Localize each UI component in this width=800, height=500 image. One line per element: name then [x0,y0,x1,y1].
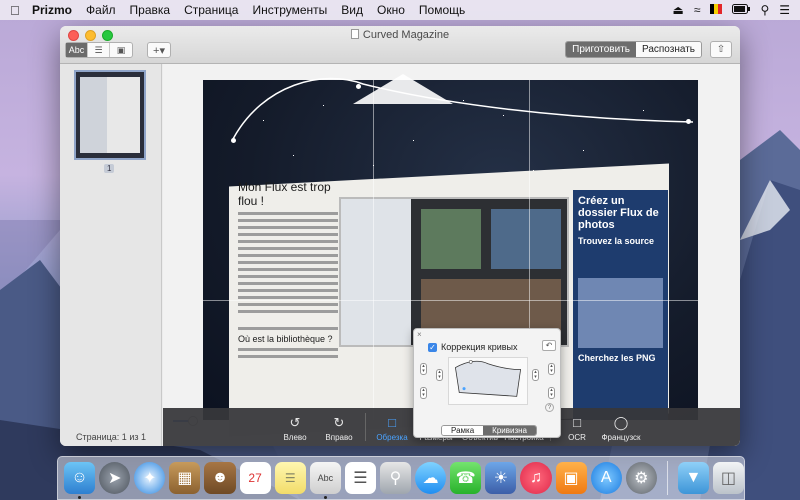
right-bottom-stepper[interactable]: ▴ ▾ [548,387,555,399]
page-thumbnail[interactable] [74,70,146,160]
left-stepper[interactable]: ▴ ▾ [436,369,443,381]
ocr-icon: □ [573,415,581,430]
popover-mode-segmented: Рамка Кривизна [441,425,537,436]
document-canvas[interactable]: Mon Flux est trop flou ! Où est la bibli… [163,64,740,446]
menu-help[interactable]: Помощь [419,3,465,17]
menu-tools[interactable]: Инструменты [252,3,327,17]
language-button[interactable]: ◯ Французск [599,415,643,446]
menu-bar:  Prizmo Файл Правка Страница Инструмент… [0,0,800,20]
rotate-left-icon: ↺ [289,415,301,430]
mode-segmented: Приготовить Распознать [565,41,702,58]
share-button[interactable]: ⇧ [710,41,732,58]
text-image-view-button[interactable]: ☰ [88,43,110,57]
dock: ☺ ➤ ✦ ▦ ☻ 27 ☰ Abc ☰ ⚲ ☁ ☎ ☀ ♫ ▣ A ⚙ ▼ ◫ [57,456,745,500]
trash-icon[interactable]: ◫ [712,462,745,494]
photos-icon[interactable]: ☀ [485,462,517,494]
recognize-mode-button[interactable]: Распознать [635,42,701,57]
title-bar: Curved Magazine Abc ☰ ▣ +▾ Приготовить Р… [60,26,740,64]
battery-icon[interactable] [732,3,751,17]
page-count-label: Страница: 1 из 1 [76,432,146,442]
frame-tab[interactable]: Рамка [442,426,484,435]
menu-file[interactable]: Файл [86,3,116,17]
calendar-icon[interactable]: 27 [239,462,271,494]
article-left-column: Mon Flux est trop flou ! Où est la bibli… [238,180,343,362]
curve-handle[interactable] [356,84,361,89]
eject-icon[interactable]: ⏏ [673,3,684,17]
notification-center-icon[interactable]: ☰ [779,3,790,17]
app-window: Curved Magazine Abc ☰ ▣ +▾ Приготовить Р… [60,26,740,446]
crop-grid-line [203,300,698,301]
messages-icon[interactable]: ☁ [415,462,447,494]
preview-icon[interactable]: ▦ [169,462,201,494]
facetime-icon[interactable]: ☎ [450,462,482,494]
left-top-stepper[interactable]: ▴ ▾ [420,363,427,375]
downloads-folder-icon[interactable]: ▼ [677,462,709,494]
right-stepper[interactable]: ▴ ▾ [532,369,539,381]
wifi-icon[interactable]: ≈ [694,3,701,17]
menu-app-name[interactable]: Prizmo [32,3,72,17]
rotate-right-button[interactable]: ↻ Вправо [317,415,361,446]
crop-button[interactable]: □ Обрезка [370,415,414,446]
menu-page[interactable]: Страница [184,3,238,17]
page-sidebar: 1 Страница: 1 из 1 [60,64,162,446]
view-mode-segmented: Abc ☰ ▣ [65,42,133,58]
itunes-icon[interactable]: ♫ [520,462,552,494]
reset-curve-button[interactable]: ↶ [542,340,556,351]
prepare-mode-button[interactable]: Приготовить [566,42,636,57]
document-icon [350,29,359,39]
curve-handle[interactable] [686,119,691,124]
contacts-icon[interactable]: ☻ [204,462,236,494]
apple-menu-icon[interactable]:  [10,3,32,18]
maps-icon[interactable]: ⚲ [379,462,412,494]
right-column-subheading-1: Trouvez la source [578,236,655,247]
curve-correction-label: Коррекция кривых [441,342,518,352]
help-button[interactable]: ? [545,403,554,412]
launchpad-icon[interactable]: ➤ [99,462,131,494]
prizmo-icon[interactable]: Abc [309,462,341,499]
curve-handle[interactable] [231,138,236,143]
finder-icon[interactable]: ☺ [64,462,96,499]
text-view-button[interactable]: Abc [66,43,88,57]
curve-preview[interactable] [448,357,528,405]
menu-window[interactable]: Окно [377,3,405,17]
crop-icon: □ [388,415,396,430]
flag-icon[interactable] [710,3,723,17]
curvature-tab[interactable]: Кривизна [483,426,536,435]
image-view-button[interactable]: ▣ [110,43,132,57]
globe-icon: ◯ [613,415,629,430]
system-preferences-icon[interactable]: ⚙ [625,462,657,494]
notes-icon[interactable]: ☰ [274,462,306,494]
rotate-right-icon: ↻ [333,415,345,430]
right-column-heading: Créez un dossier Flux de photos [578,195,659,232]
curve-correction-checkbox[interactable]: ✓ [428,342,437,352]
article-right-column: Créez un dossier Flux de photos Trouvez … [573,190,668,420]
right-top-stepper[interactable]: ▴ ▾ [548,363,555,375]
article-bottom-heading: Où est la bibliothèque ? [238,334,333,344]
close-icon[interactable]: × [417,330,422,339]
curve-boundary [232,74,694,140]
app-store-icon[interactable]: A [590,462,622,494]
curve-correction-popover: × ✓ Коррекция кривых ↶ ▴ ▾ ▴ ▾ ▴ ▾ ▴ ▾ ▴ ▾ ▴ ▾… [413,328,561,438]
spotlight-icon[interactable]: ⚲ [760,3,769,17]
window-title: Curved Magazine [60,29,740,41]
menu-edit[interactable]: Правка [130,3,171,17]
ocr-button[interactable]: □ OCR [555,415,599,446]
safari-icon[interactable]: ✦ [134,462,166,494]
rotate-left-button[interactable]: ↺ Влево [273,415,317,446]
add-page-button[interactable]: +▾ [147,42,171,58]
right-column-subheading-2: Cherchez les PNG [578,352,656,363]
page-thumbnail-number: 1 [104,164,115,173]
menu-view[interactable]: Вид [341,3,363,17]
reminders-icon[interactable]: ☰ [344,462,376,494]
article-title: Mon Flux est trop flou ! [238,180,331,208]
left-bottom-stepper[interactable]: ▴ ▾ [420,387,427,399]
ibooks-icon[interactable]: ▣ [555,462,587,494]
